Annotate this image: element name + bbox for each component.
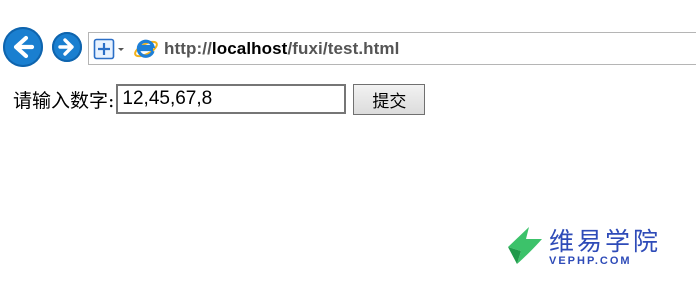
url-path: /fuxi/test.html <box>287 39 400 58</box>
watermark-en-text: VEPHP.COM <box>549 255 632 267</box>
arrow-right-icon <box>58 38 74 56</box>
watermark-cn-text: 维易学院 <box>549 227 662 256</box>
browser-toolbar: http://localhost/fuxi/test.html <box>0 0 696 94</box>
back-button[interactable] <box>3 27 43 67</box>
ie-logo-icon <box>133 36 159 62</box>
address-bar[interactable]: http://localhost/fuxi/test.html <box>88 32 696 65</box>
url-prefix: http:// <box>164 39 212 58</box>
shield-plus-icon <box>93 38 124 60</box>
submit-button[interactable]: 提交 <box>353 83 426 115</box>
url-text[interactable]: http://localhost/fuxi/test.html <box>164 39 399 59</box>
compatibility-view-button[interactable] <box>93 38 129 60</box>
number-label: 请输入数字: <box>13 89 115 112</box>
vephp-logo-icon <box>508 227 542 264</box>
url-host: localhost <box>211 39 288 58</box>
watermark: 维易学院 VEPHP.COM <box>505 222 696 272</box>
forward-button[interactable] <box>52 32 82 62</box>
arrow-left-icon <box>13 35 35 59</box>
number-form: 请输入数字: 提交 <box>13 83 426 115</box>
number-input[interactable] <box>116 84 347 114</box>
